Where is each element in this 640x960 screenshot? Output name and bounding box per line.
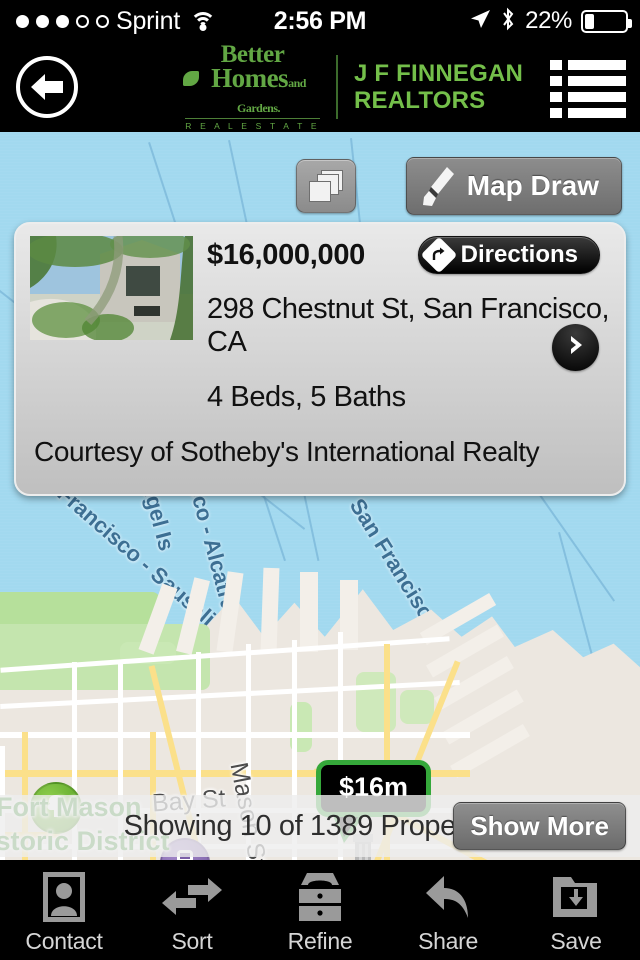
- show-more-button[interactable]: Show More: [453, 802, 626, 850]
- map-draw-label: Map Draw: [466, 170, 599, 201]
- property-beds-baths: 4 Beds, 5 Baths: [207, 381, 406, 413]
- brand-divider: [336, 55, 338, 119]
- share-reply-icon: [424, 871, 472, 923]
- refine-drawers-icon: [295, 871, 345, 923]
- sort-arrows-icon: [162, 871, 222, 923]
- battery-percent: 22%: [525, 7, 572, 34]
- leaf-icon: [183, 70, 199, 86]
- bottom-tab-bar: Contact Sort Refine Share Save: [0, 860, 640, 960]
- map-draw-button[interactable]: Map Draw: [405, 157, 622, 215]
- map-layers-icon: [309, 170, 343, 202]
- status-bar: Sprint 2:56 PM 22%: [0, 0, 640, 42]
- logo-line-3: R E A L E S T A T E: [185, 118, 320, 131]
- map-pier: [260, 567, 280, 653]
- property-photo[interactable]: [30, 236, 193, 340]
- property-address: 298 Chestnut St, San Francisco, CA: [207, 293, 610, 358]
- logo-line-2-text: Homes: [211, 62, 289, 93]
- bluetooth-icon: [500, 7, 516, 36]
- bhg-logo: Better Homesand Gardens. R E A L E S T A…: [183, 42, 320, 131]
- tab-contact[interactable]: Contact: [0, 860, 128, 960]
- results-status-bar: Showing 10 of 1389 Properties. Show More: [0, 795, 640, 857]
- map-pier: [300, 572, 318, 652]
- paintbrush-icon: [421, 166, 455, 206]
- save-folder-icon: [551, 871, 601, 923]
- partner-line-2: REALTORS: [354, 87, 486, 114]
- battery-icon: [581, 9, 632, 33]
- show-more-label: Show More: [470, 810, 609, 841]
- directions-diamond-icon: [420, 236, 458, 274]
- tab-save-label: Save: [550, 928, 602, 954]
- status-bar-right: 22%: [469, 7, 632, 36]
- logo-line-2: Homesand Gardens.: [183, 62, 320, 116]
- back-button[interactable]: [16, 56, 78, 118]
- map-street: [0, 732, 470, 738]
- tab-sort[interactable]: Sort: [128, 860, 256, 960]
- tab-share-label: Share: [418, 928, 478, 954]
- tab-refine[interactable]: Refine: [256, 860, 384, 960]
- map-park: [400, 690, 434, 724]
- app-root: Sprint 2:56 PM 22% Better Homesand Garde…: [0, 0, 640, 960]
- map-layers-button[interactable]: [296, 159, 356, 213]
- location-arrow-icon: [469, 8, 491, 35]
- tab-refine-label: Refine: [287, 928, 353, 954]
- callout-top-row: $16,000,000 Directions 298 Chestnut St, …: [16, 224, 624, 414]
- callout-info: $16,000,000 Directions 298 Chestnut St, …: [193, 236, 610, 414]
- tab-sort-label: Sort: [171, 928, 213, 954]
- property-courtesy: Courtesy of Sotheby's International Real…: [34, 436, 540, 467]
- app-header: Better Homesand Gardens. R E A L E S T A…: [0, 42, 640, 132]
- tab-share[interactable]: Share: [384, 860, 512, 960]
- tab-contact-label: Contact: [25, 928, 103, 954]
- directions-label: Directions: [460, 241, 578, 268]
- contact-person-icon: [43, 871, 85, 923]
- partner-line-1: J F FINNEGAN: [354, 59, 524, 87]
- property-callout-card[interactable]: $16,000,000 Directions 298 Chestnut St, …: [14, 222, 626, 496]
- property-detail-button[interactable]: [552, 324, 599, 371]
- back-arrow-icon: [29, 72, 65, 102]
- map-park: [356, 672, 396, 732]
- brand-lockup: Better Homesand Gardens. R E A L E S T A…: [183, 42, 523, 131]
- list-menu-icon[interactable]: [550, 60, 626, 118]
- partner-name: J F FINNEGAN REALTORS: [354, 60, 523, 114]
- directions-button[interactable]: Directions: [417, 236, 600, 274]
- chevron-right-icon: [566, 333, 586, 362]
- tab-save[interactable]: Save: [512, 860, 640, 960]
